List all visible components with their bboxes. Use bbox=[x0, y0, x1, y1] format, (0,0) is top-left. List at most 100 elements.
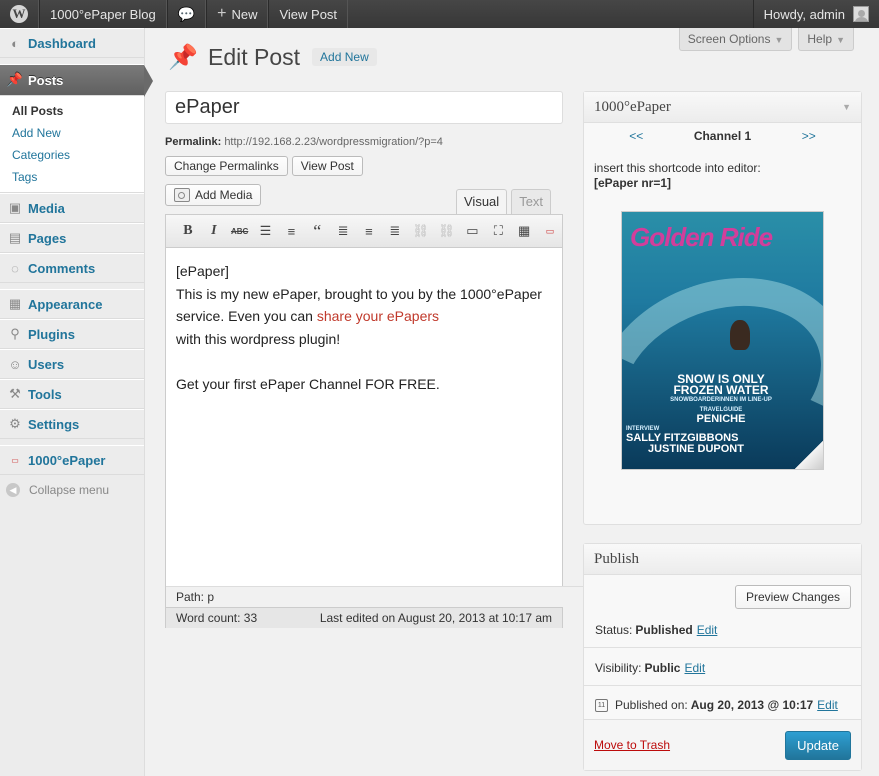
collapse-menu-button[interactable]: ◀ Collapse menu bbox=[0, 475, 144, 505]
media-buttons: Add Media bbox=[165, 184, 262, 206]
epaper-insert-icon[interactable]: ▭ bbox=[538, 220, 562, 242]
collapse-arrow-icon: ◀ bbox=[6, 483, 20, 497]
submenu-tags[interactable]: Tags bbox=[0, 166, 144, 188]
publish-metabox-header[interactable]: Publish bbox=[584, 544, 861, 575]
tab-visual[interactable]: Visual bbox=[456, 189, 508, 214]
epaper-metabox-header[interactable]: 1000°ePaper ▼ bbox=[584, 92, 861, 123]
epaper-cover-image[interactable]: Golden Ride SNOW IS ONLY FROZEN WATER SN… bbox=[621, 211, 824, 470]
pin-icon: 📌 bbox=[6, 72, 24, 87]
align-left-icon[interactable]: ≣ bbox=[331, 220, 355, 242]
sidebar-item-label: Tools bbox=[28, 386, 62, 402]
admin-sidebar: ◐ Dashboard 📌 Posts All Posts Add New Ca… bbox=[0, 28, 153, 776]
tools-icon: ⚒ bbox=[9, 386, 21, 401]
update-button[interactable]: Update bbox=[785, 730, 851, 760]
submenu-add-new[interactable]: Add New bbox=[0, 122, 144, 144]
editor-content[interactable]: [ePaper] This is my new ePaper, brought … bbox=[166, 248, 562, 407]
editor-line: service. Even you can share your ePapers bbox=[176, 305, 552, 328]
sidebar-item-label: Dashboard bbox=[28, 35, 96, 51]
sidebar-item-epaper[interactable]: ▭ 1000°ePaper bbox=[0, 445, 144, 475]
post-editor: B I ABC ☰ ≡ “ ≣ ≡ ≣ ⛓ ⛓ ▭ ⛶ ▦ ▭ [ePaper]… bbox=[165, 214, 584, 628]
fullscreen-icon[interactable]: ⛶ bbox=[486, 220, 510, 242]
wordpress-logo-icon: W bbox=[10, 5, 28, 23]
insert-more-icon[interactable]: ▭ bbox=[460, 220, 484, 242]
add-media-button[interactable]: Add Media bbox=[165, 184, 262, 206]
editor-tabs: Visual Text bbox=[456, 189, 552, 214]
numbered-list-icon[interactable]: ≡ bbox=[279, 220, 303, 242]
cover-headline: JUSTINE DUPONT bbox=[648, 443, 744, 455]
move-to-trash-link[interactable]: Move to Trash bbox=[594, 738, 670, 752]
new-content-menu[interactable]: + New bbox=[206, 0, 269, 28]
new-label: New bbox=[231, 6, 258, 22]
last-edited: Last edited on August 20, 2013 at 10:17 … bbox=[319, 611, 552, 625]
my-account-menu[interactable]: Howdy, admin bbox=[752, 0, 879, 28]
align-right-icon[interactable]: ≣ bbox=[383, 220, 407, 242]
sidebar-item-users[interactable]: ☺ Users bbox=[0, 349, 144, 379]
submenu-categories[interactable]: Categories bbox=[0, 144, 144, 166]
next-channel-link[interactable]: >> bbox=[802, 129, 816, 143]
wp-logo-menu[interactable]: W bbox=[0, 0, 39, 28]
link-icon[interactable]: ⛓ bbox=[409, 220, 433, 242]
kitchen-sink-icon[interactable]: ▦ bbox=[512, 220, 536, 242]
cover-headline: PENICHE bbox=[696, 413, 746, 425]
view-post-button[interactable]: View Post bbox=[291, 156, 363, 176]
channel-name: Channel 1 bbox=[693, 129, 752, 143]
unlink-icon[interactable]: ⛓ bbox=[435, 220, 459, 242]
view-post-link[interactable]: View Post bbox=[268, 0, 349, 28]
preview-changes-button[interactable]: Preview Changes bbox=[734, 585, 851, 609]
align-center-icon[interactable]: ≡ bbox=[357, 220, 381, 242]
change-permalinks-button[interactable]: Change Permalinks bbox=[165, 156, 288, 176]
edit-status-link[interactable]: Edit bbox=[697, 623, 718, 637]
site-name-link[interactable]: 1000°ePaper Blog bbox=[39, 0, 167, 28]
publish-title: Publish bbox=[594, 550, 640, 567]
comments-icon: ◌ bbox=[11, 260, 19, 276]
media-icon: ▣ bbox=[8, 200, 22, 215]
sidebar-item-media[interactable]: ▣ Media bbox=[0, 193, 144, 223]
sidebar-item-tools[interactable]: ⚒ Tools bbox=[0, 379, 144, 409]
users-icon: ☺ bbox=[8, 356, 22, 372]
howdy-text: Howdy, admin bbox=[763, 6, 845, 22]
plus-icon: + bbox=[217, 5, 227, 22]
submenu-all-posts[interactable]: All Posts bbox=[0, 100, 144, 122]
pushpin-icon: 📌 bbox=[168, 43, 198, 71]
surfer-graphic bbox=[730, 320, 750, 350]
calendar-icon: 11 bbox=[595, 698, 608, 712]
sidebar-item-dashboard[interactable]: ◐ Dashboard bbox=[0, 28, 144, 58]
toggle-arrow-icon[interactable]: ▼ bbox=[842, 102, 851, 112]
pages-icon: ▤ bbox=[8, 230, 22, 245]
sidebar-item-posts[interactable]: 📌 Posts bbox=[0, 64, 153, 97]
cover-title: Golden Ride bbox=[630, 222, 773, 252]
share-epapers-link[interactable]: share your ePapers bbox=[317, 308, 439, 324]
sidebar-item-label: Comments bbox=[28, 260, 96, 276]
comments-link[interactable]: 💬 bbox=[166, 0, 207, 28]
sidebar-item-appearance[interactable]: ▦ Appearance bbox=[0, 289, 144, 319]
epaper-icon: ▭ bbox=[11, 455, 19, 465]
word-count: Word count: 33 bbox=[176, 611, 258, 625]
cover-headline: FROZEN WATER bbox=[673, 383, 769, 397]
add-new-button[interactable]: Add New bbox=[312, 48, 377, 66]
permalink-url[interactable]: http://192.168.2.23/wordpressmigration/?… bbox=[224, 136, 443, 148]
shortcode-instruction: insert this shortcode into editor: bbox=[594, 161, 761, 175]
shortcode-info: insert this shortcode into editor: [ePap… bbox=[584, 161, 861, 191]
prev-channel-link[interactable]: << bbox=[629, 129, 643, 143]
tab-text[interactable]: Text bbox=[511, 189, 552, 214]
italic-icon[interactable]: I bbox=[202, 220, 226, 242]
page-curl-icon bbox=[795, 441, 823, 469]
help-button[interactable]: Help ▼ bbox=[798, 28, 854, 51]
bold-icon[interactable]: B bbox=[176, 220, 200, 242]
post-title-input[interactable]: ePaper bbox=[165, 91, 563, 124]
sidebar-item-pages[interactable]: ▤ Pages bbox=[0, 223, 144, 253]
page-title: Edit Post bbox=[208, 43, 301, 70]
settings-icon: ⚙ bbox=[9, 416, 21, 431]
visibility-value: Public bbox=[644, 661, 681, 675]
sidebar-item-comments[interactable]: ◌ Comments bbox=[0, 253, 144, 283]
bulleted-list-icon[interactable]: ☰ bbox=[254, 220, 278, 242]
sidebar-item-plugins[interactable]: ⚲ Plugins bbox=[0, 319, 144, 349]
screen-options-button[interactable]: Screen Options ▼ bbox=[678, 28, 793, 51]
status-value: Published bbox=[635, 623, 693, 637]
blockquote-icon[interactable]: “ bbox=[305, 220, 329, 242]
strikethrough-icon[interactable]: ABC bbox=[228, 220, 252, 242]
editor-line: [ePaper] bbox=[176, 263, 229, 279]
edit-visibility-link[interactable]: Edit bbox=[684, 661, 705, 675]
sidebar-item-settings[interactable]: ⚙ Settings bbox=[0, 409, 144, 439]
edit-date-link[interactable]: Edit bbox=[817, 698, 838, 712]
